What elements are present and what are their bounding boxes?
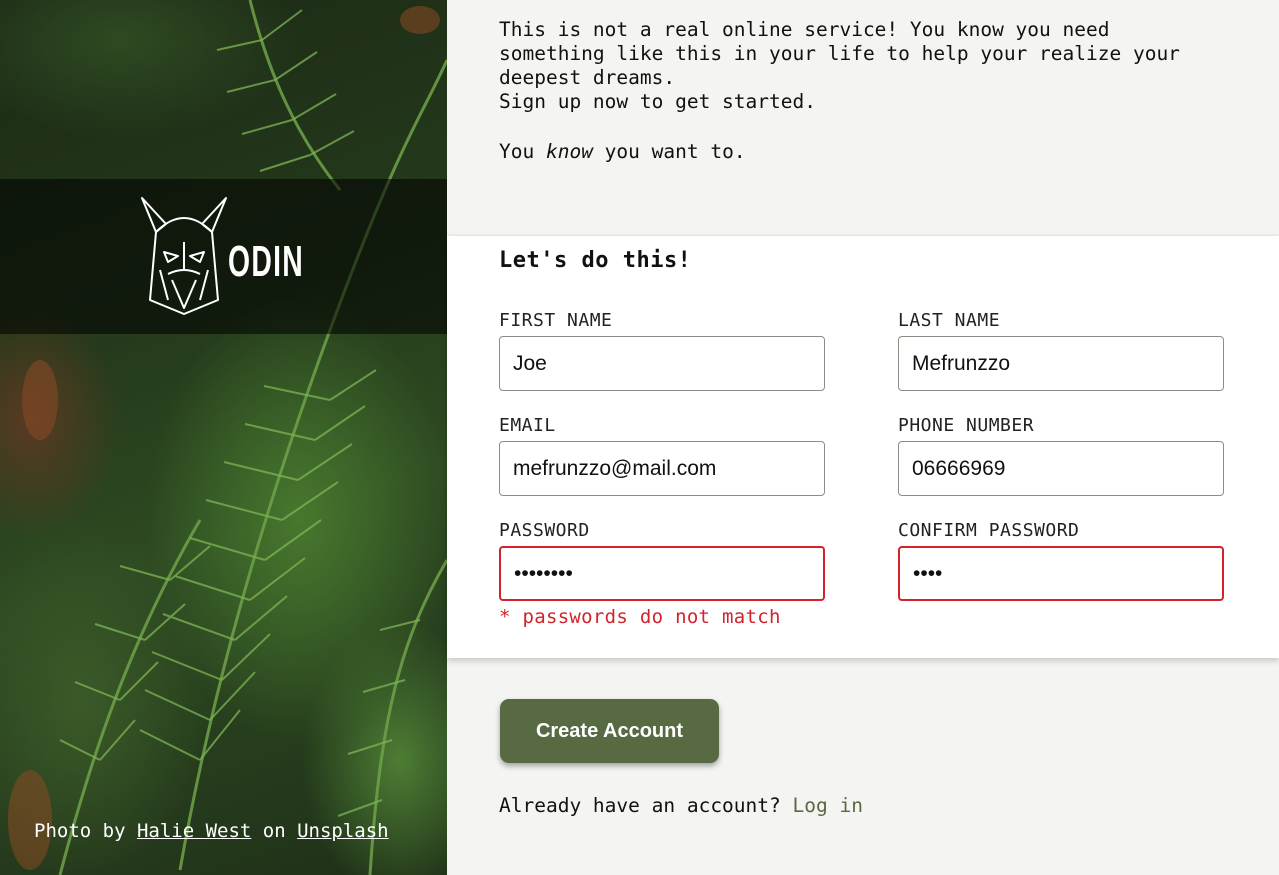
email-label: EMAIL xyxy=(499,415,556,436)
credit-site-link[interactable]: Unsplash xyxy=(297,820,389,842)
odin-logo: ODIN xyxy=(141,197,304,315)
first-name-label: FIRST NAME xyxy=(499,310,613,331)
login-link[interactable]: Log in xyxy=(793,794,863,817)
password-label: PASSWORD xyxy=(499,520,590,541)
login-prompt: Already have an account? Log in xyxy=(499,794,863,817)
password-group: PASSWORD xyxy=(499,520,825,601)
tagline-emphasis: know xyxy=(545,140,593,163)
logo-text: ODIN xyxy=(228,237,304,286)
signup-form: Let's do this! FIRST NAME LAST NAME EMAI… xyxy=(447,236,1279,658)
credit-prefix: Photo by xyxy=(34,820,137,842)
intro-section: This is not a real online service! You k… xyxy=(499,18,1239,164)
intro-text: This is not a real online service! You k… xyxy=(499,18,1180,113)
photo-credit: Photo by Halie West on Unsplash xyxy=(34,820,389,842)
confirm-password-group: CONFIRM PASSWORD xyxy=(898,520,1224,601)
confirm-password-label: CONFIRM PASSWORD xyxy=(898,520,1080,541)
hero-image-panel: ODIN Photo by Halie West on Unsplash xyxy=(0,0,447,875)
form-heading: Let's do this! xyxy=(499,248,692,273)
tagline-end: you want to. xyxy=(592,140,746,163)
phone-input[interactable] xyxy=(898,441,1224,496)
last-name-input[interactable] xyxy=(898,336,1224,391)
email-input[interactable] xyxy=(499,441,825,496)
tagline-start: You xyxy=(499,140,546,163)
credit-middle: on xyxy=(251,820,298,842)
last-name-label: LAST NAME xyxy=(898,310,1001,331)
password-error-message: * passwords do not match xyxy=(499,606,781,628)
confirm-password-input[interactable] xyxy=(898,546,1224,601)
credit-author-link[interactable]: Halie West xyxy=(137,820,251,842)
login-prompt-text: Already have an account? xyxy=(499,794,793,817)
phone-group: PHONE NUMBER xyxy=(898,415,1224,496)
email-group: EMAIL xyxy=(499,415,825,496)
first-name-input[interactable] xyxy=(499,336,825,391)
fern-background-image xyxy=(8,0,447,875)
intro-tagline: You know you want to. xyxy=(499,140,1239,164)
phone-label: PHONE NUMBER xyxy=(898,415,1035,436)
last-name-group: LAST NAME xyxy=(898,310,1224,391)
create-account-button[interactable]: Create Account xyxy=(500,699,719,763)
password-input[interactable] xyxy=(499,546,825,601)
first-name-group: FIRST NAME xyxy=(499,310,825,391)
